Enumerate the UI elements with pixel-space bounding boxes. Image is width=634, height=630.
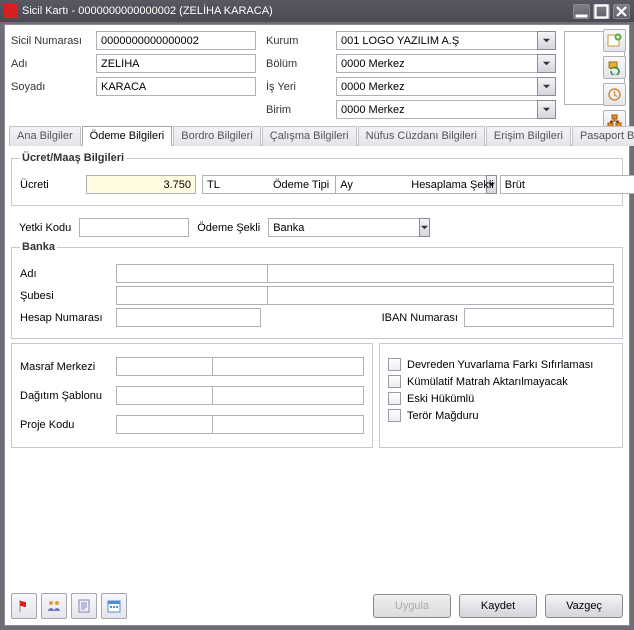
kumulatif-checkbox[interactable] — [388, 375, 401, 388]
app-icon — [4, 4, 18, 18]
banka-adi-desc — [267, 264, 614, 283]
kaydet-button[interactable]: Kaydet — [459, 594, 537, 618]
minimize-button[interactable] — [573, 4, 590, 19]
isyeri-dropdown-button[interactable] — [537, 77, 556, 96]
titlebar: Sicil Kartı - 0000000000000002 (ZELİHA K… — [0, 0, 634, 22]
teror-label: Terör Mağduru — [407, 410, 479, 422]
odeme-sekli-label: Ödeme Şekli — [197, 222, 260, 234]
birim-dropdown-button[interactable] — [537, 100, 556, 119]
proje-desc — [212, 415, 364, 434]
masraf-desc — [212, 357, 364, 376]
birim-label: Birim — [266, 104, 326, 116]
iban-label: IBAN Numarası — [382, 312, 458, 324]
tab-odeme-bilgileri[interactable]: Ödeme Bilgileri — [82, 126, 173, 146]
tool-calendar[interactable] — [101, 593, 127, 619]
ucret-maas-group: Ücret/Maaş Bilgileri Ücreti Ödeme Tipi H… — [11, 152, 623, 206]
bolum-input[interactable] — [336, 54, 537, 73]
cost-panel: Masraf Merkezi … Dağıtım Şablonu … — [11, 343, 373, 448]
hesaplama-label: Hesaplama Şekli — [411, 179, 494, 191]
odeme-tipi-label: Ödeme Tipi — [273, 179, 329, 191]
tab-pasaport-bilgileri[interactable]: Pasaport Bilgileri — [572, 126, 634, 146]
dagitim-label: Dağıtım Şablonu — [20, 390, 110, 402]
tab-erisim-bilgileri[interactable]: Erişim Bilgileri — [486, 126, 571, 146]
kurum-label: Kurum — [266, 35, 326, 47]
devreden-label: Devreden Yuvarlama Farkı Sıfırlaması — [407, 359, 593, 371]
tab-ana-bilgiler[interactable]: Ana Bilgiler — [9, 126, 81, 146]
side-tool-refresh[interactable] — [603, 56, 626, 79]
tab-nufus-cuzdani[interactable]: Nüfus Cüzdanı Bilgileri — [358, 126, 485, 146]
side-tool-add[interactable] — [603, 29, 626, 52]
yetki-kodu-label: Yetki Kodu — [19, 222, 71, 234]
soyadi-label: Soyadı — [11, 81, 86, 93]
banka-legend: Banka — [20, 241, 57, 253]
hesap-no-label: Hesap Numarası — [20, 312, 110, 324]
tool-people[interactable] — [41, 593, 67, 619]
eski-label: Eski Hükümlü — [407, 393, 474, 405]
tab-bordro-bilgileri[interactable]: Bordro Bilgileri — [173, 126, 261, 146]
isyeri-input[interactable] — [336, 77, 537, 96]
banka-sube-label: Şubesi — [20, 290, 110, 302]
sicil-no-input[interactable] — [96, 31, 256, 50]
banka-adi-code-input[interactable] — [116, 264, 267, 283]
dagitim-desc — [212, 386, 364, 405]
odeme-sekli-dropdown[interactable] — [419, 218, 430, 237]
side-tool-history[interactable] — [603, 83, 626, 106]
kurum-input[interactable] — [336, 31, 537, 50]
banka-sube-code-input[interactable] — [116, 286, 267, 305]
tool-document[interactable] — [71, 593, 97, 619]
bolum-label: Bölüm — [266, 58, 326, 70]
uygula-button: Uygula — [373, 594, 451, 618]
kumulatif-label: Kümülatif Matrah Aktarılmayacak — [407, 376, 568, 388]
banka-sube-desc — [267, 286, 614, 305]
isyeri-label: İş Yeri — [266, 81, 326, 93]
vazgec-button[interactable]: Vazgeç — [545, 594, 623, 618]
teror-checkbox[interactable] — [388, 409, 401, 422]
sicil-no-label: Sicil Numarası — [11, 35, 86, 47]
tabs: Ana Bilgiler Ödeme Bilgileri Bordro Bilg… — [9, 125, 625, 146]
devreden-checkbox[interactable] — [388, 358, 401, 371]
adi-input[interactable] — [96, 54, 256, 73]
hesaplama-input[interactable] — [500, 175, 634, 194]
banka-group: Banka Adı … Şubesi … — [11, 241, 623, 339]
adi-label: Adı — [11, 58, 86, 70]
tool-flag[interactable] — [11, 593, 37, 619]
kurum-dropdown-button[interactable] — [537, 31, 556, 50]
ucreti-input[interactable] — [86, 175, 196, 194]
ucret-legend: Ücret/Maaş Bilgileri — [20, 152, 126, 164]
flags-panel: Devreden Yuvarlama Farkı Sıfırlaması Küm… — [379, 343, 623, 448]
birim-input[interactable] — [336, 100, 537, 119]
yetki-kodu-input[interactable] — [79, 218, 189, 237]
close-button[interactable] — [613, 4, 630, 19]
soyadi-input[interactable] — [96, 77, 256, 96]
hesap-no-input[interactable] — [116, 308, 261, 327]
banka-adi-label: Adı — [20, 268, 110, 280]
proje-label: Proje Kodu — [20, 419, 110, 431]
bolum-dropdown-button[interactable] — [537, 54, 556, 73]
ucreti-label: Ücreti — [20, 179, 80, 191]
masraf-label: Masraf Merkezi — [20, 361, 110, 373]
maximize-button[interactable] — [593, 4, 610, 19]
iban-input[interactable] — [464, 308, 614, 327]
odeme-sekli-input[interactable] — [268, 218, 419, 237]
window-title: Sicil Kartı - 0000000000000002 (ZELİHA K… — [22, 5, 273, 17]
eski-checkbox[interactable] — [388, 392, 401, 405]
tab-calisma-bilgileri[interactable]: Çalışma Bilgileri — [262, 126, 357, 146]
